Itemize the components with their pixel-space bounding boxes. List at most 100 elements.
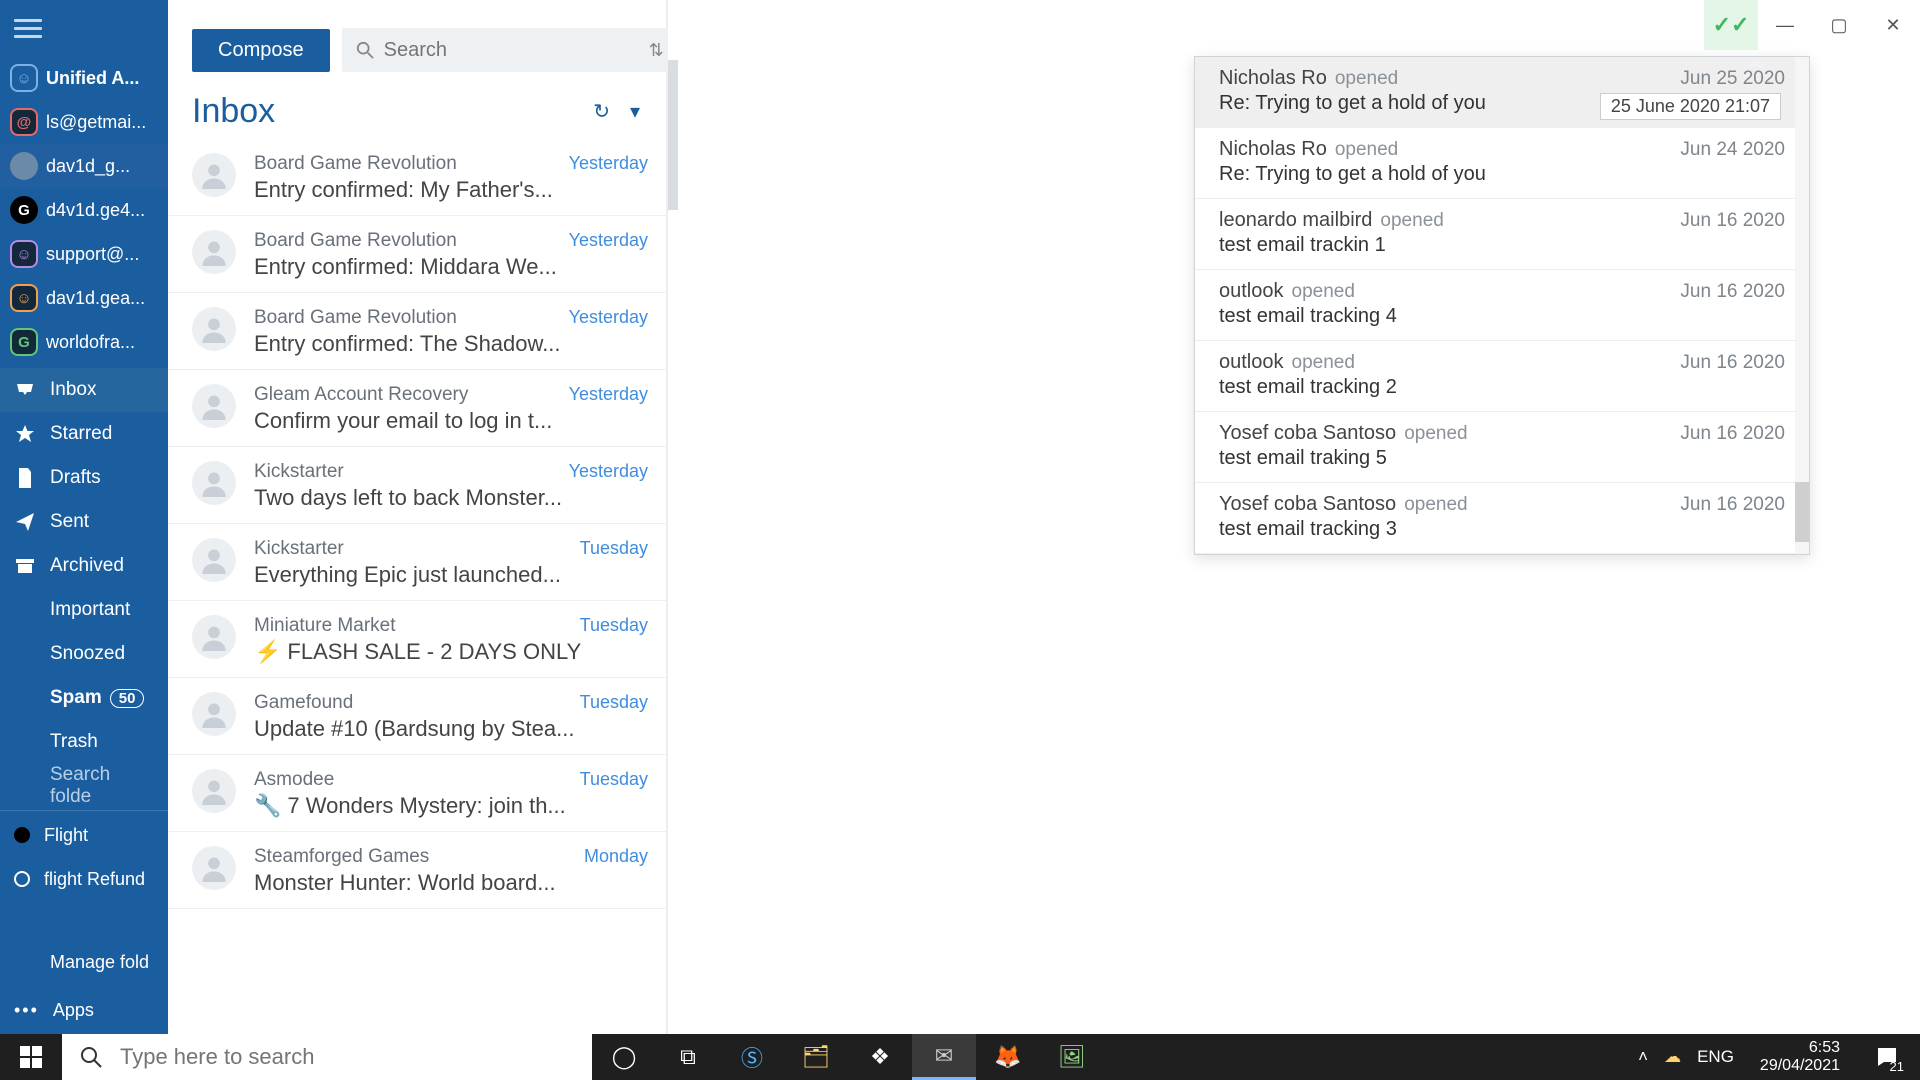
avatar xyxy=(192,461,236,505)
slack-icon[interactable]: ❖ xyxy=(848,1034,912,1080)
tag-dot-icon xyxy=(14,871,30,887)
account-label: dav1d.gea... xyxy=(46,288,158,309)
tag-item[interactable]: Flight xyxy=(0,813,168,857)
account-item[interactable]: ☺ support@... xyxy=(0,232,168,276)
tracker-subject: test email tracking 2 xyxy=(1219,376,1785,399)
tracker-button[interactable]: ✓✓ xyxy=(1704,0,1758,50)
start-button[interactable] xyxy=(0,1034,62,1080)
sent-icon xyxy=(14,512,36,532)
tag-item[interactable]: flight Refund xyxy=(0,857,168,901)
folder-label: Trash xyxy=(50,731,154,753)
folder-archived[interactable]: Archived xyxy=(0,544,168,588)
folder-important[interactable]: Important xyxy=(0,588,168,632)
message-time: Monday xyxy=(584,846,648,867)
taskbar: ◯ ⧉ Ⓢ 🗂 ❖ ✉ 🦊 🖼 ˄ ☁ ENG 6:53 29/04/2021 … xyxy=(0,1034,1920,1080)
compose-button[interactable]: Compose xyxy=(192,29,330,72)
folder-inbox[interactable]: Inbox xyxy=(0,368,168,412)
maximize-button[interactable]: ▢ xyxy=(1812,0,1866,50)
refresh-icon[interactable]: ↻ xyxy=(593,99,610,124)
double-check-icon: ✓✓ xyxy=(1713,12,1750,38)
message-time: Tuesday xyxy=(580,538,648,559)
folder-search[interactable]: Search folde xyxy=(0,764,168,808)
message-row[interactable]: Asmodee Tuesday 🔧7 Wonders Mystery: join… xyxy=(168,755,666,832)
clock[interactable]: 6:53 29/04/2021 xyxy=(1750,1039,1850,1076)
message-row[interactable]: Miniature Market Tuesday ⚡FLASH SALE - 2… xyxy=(168,601,666,678)
manage-folders[interactable]: Manage fold xyxy=(0,938,168,986)
explorer-icon[interactable]: 🗂 xyxy=(784,1034,848,1080)
archive-icon xyxy=(14,558,36,574)
tracker-row[interactable]: Nicholas Ro opened Jun 24 2020 Re: Tryin… xyxy=(1195,128,1809,199)
tracker-tooltip: 25 June 2020 21:07 xyxy=(1600,93,1781,120)
tracker-row[interactable]: outlook opened Jun 16 2020 test email tr… xyxy=(1195,270,1809,341)
language-indicator[interactable]: ENG xyxy=(1697,1047,1734,1067)
message-row[interactable]: Kickstarter Yesterday Two days left to b… xyxy=(168,447,666,524)
menu-button[interactable] xyxy=(0,0,168,56)
cortana-icon[interactable]: ◯ xyxy=(592,1034,656,1080)
account-item[interactable]: ☺ Unified A... xyxy=(0,56,168,100)
tracker-row[interactable]: Yosef coba Santoso opened Jun 16 2020 te… xyxy=(1195,483,1809,554)
close-button[interactable]: ✕ xyxy=(1866,0,1920,50)
folder-spam[interactable]: Spam 50 xyxy=(0,676,168,720)
folder-sent[interactable]: Sent xyxy=(0,500,168,544)
message-row[interactable]: Steamforged Games Monday Monster Hunter:… xyxy=(168,832,666,909)
apps-button[interactable]: Apps xyxy=(0,986,168,1034)
tracker-row[interactable]: leonardo mailbird opened Jun 16 2020 tes… xyxy=(1195,199,1809,270)
message-row[interactable]: Kickstarter Tuesday Everything Epic just… xyxy=(168,524,666,601)
folder-trash[interactable]: Trash xyxy=(0,720,168,764)
account-item[interactable]: @ ls@getmai... xyxy=(0,100,168,144)
message-row[interactable]: Board Game Revolution Yesterday Entry co… xyxy=(168,216,666,293)
folder-starred[interactable]: Starred xyxy=(0,412,168,456)
system-tray[interactable]: ˄ ☁ ENG 6:53 29/04/2021 21 xyxy=(1626,1034,1920,1080)
sort-icon[interactable]: ⇅ xyxy=(649,40,664,61)
account-item[interactable]: G worldofra... xyxy=(0,320,168,364)
folder-drafts[interactable]: Drafts xyxy=(0,456,168,500)
message-sender: Miniature Market xyxy=(254,615,396,637)
notifications-button[interactable]: 21 xyxy=(1866,1034,1908,1080)
avatar xyxy=(192,230,236,274)
chevron-up-icon[interactable]: ˄ xyxy=(1638,1047,1648,1067)
message-row[interactable]: Gleam Account Recovery Yesterday Confirm… xyxy=(168,370,666,447)
message-row[interactable]: Board Game Revolution Yesterday Entry co… xyxy=(168,139,666,216)
message-subject: Entry confirmed: Middara We... xyxy=(254,254,648,280)
taskbar-search-input[interactable] xyxy=(120,1044,574,1070)
account-item[interactable]: G d4v1d.ge4... xyxy=(0,188,168,232)
apps-label: Apps xyxy=(53,1000,94,1021)
tracker-date: Jun 16 2020 xyxy=(1680,494,1785,516)
search-input[interactable] xyxy=(384,39,649,62)
taskbar-search[interactable] xyxy=(62,1034,592,1080)
tracker-row[interactable]: Yosef coba Santoso opened Jun 16 2020 te… xyxy=(1195,412,1809,483)
taskview-icon[interactable]: ⧉ xyxy=(656,1034,720,1080)
message-subject: Confirm your email to log in t... xyxy=(254,408,648,434)
avatar xyxy=(192,307,236,351)
star-icon xyxy=(14,424,36,444)
message-row[interactable]: Board Game Revolution Yesterday Entry co… xyxy=(168,293,666,370)
tracker-status: opened xyxy=(1335,68,1398,90)
account-item[interactable]: dav1d_g... xyxy=(0,144,168,188)
account-item[interactable]: ☺ dav1d.gea... xyxy=(0,276,168,320)
app-icon[interactable]: 🖼 xyxy=(1040,1034,1104,1080)
tracker-popover: Nicholas Ro opened Jun 25 2020 Re: Tryin… xyxy=(1194,56,1810,555)
avatar xyxy=(192,692,236,736)
onedrive-icon[interactable]: ☁ xyxy=(1664,1047,1681,1067)
message-row[interactable]: Gamefound Tuesday Update #10 (Bardsung b… xyxy=(168,678,666,755)
tracker-date: Jun 16 2020 xyxy=(1680,281,1785,303)
tracker-row[interactable]: Nicholas Ro opened Jun 25 2020 Re: Tryin… xyxy=(1195,57,1809,128)
search-field-wrapper[interactable]: ⇅ xyxy=(342,28,678,72)
skype-icon[interactable]: Ⓢ xyxy=(720,1034,784,1080)
firefox-icon[interactable]: 🦊 xyxy=(976,1034,1040,1080)
dropdown-icon[interactable]: ▾ xyxy=(630,99,640,124)
message-sender: Steamforged Games xyxy=(254,846,429,868)
account-avatar: ☺ xyxy=(10,64,38,92)
minimize-button[interactable]: — xyxy=(1758,0,1812,50)
list-scrollbar[interactable] xyxy=(668,0,678,1034)
spam-count-badge: 50 xyxy=(110,689,145,708)
account-avatar: ☺ xyxy=(10,284,38,312)
tracker-date: Jun 16 2020 xyxy=(1680,210,1785,232)
kebab-icon xyxy=(14,1000,39,1021)
tracker-recipient: Yosef coba Santoso xyxy=(1219,493,1396,516)
mail-app-icon[interactable]: ✉ xyxy=(912,1034,976,1080)
folder-snoozed[interactable]: Snoozed xyxy=(0,632,168,676)
popover-scrollbar[interactable] xyxy=(1795,57,1809,554)
folder-label: Drafts xyxy=(50,467,154,489)
tracker-row[interactable]: outlook opened Jun 16 2020 test email tr… xyxy=(1195,341,1809,412)
